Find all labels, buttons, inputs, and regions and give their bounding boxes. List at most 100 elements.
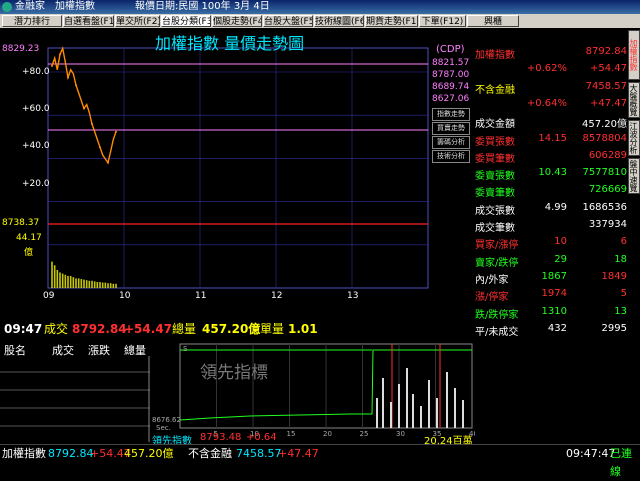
volume-unit: 億: [24, 248, 34, 258]
chart-side-button-2[interactable]: 籌碼分析: [432, 136, 470, 149]
bottom-clock: 09:47:47: [566, 447, 616, 460]
mini-x-tick: 30: [396, 430, 405, 438]
stat-value-b: 13: [614, 305, 627, 317]
info-time: 09:47: [4, 322, 43, 336]
stat-value-b: 457.20億: [582, 119, 627, 131]
x-tick-label: 09: [43, 291, 55, 301]
stat-value-b: +47.47: [589, 97, 627, 109]
stat-row: 加權指數 8792.84: [475, 46, 627, 64]
price-point: [99, 146, 101, 149]
stat-value-a: 1310: [541, 305, 567, 317]
mini-footer-change: +0.64: [246, 432, 277, 443]
stat-value-b: 6: [620, 236, 627, 248]
toolbar-button-9[interactable]: 興櫃: [467, 15, 519, 27]
stat-value-a: 10: [554, 236, 567, 248]
mini-footer-value: 8793.48: [200, 432, 242, 443]
stat-value-a: 10.43: [538, 167, 567, 179]
volume-bar: [75, 278, 77, 288]
stat-row: 成交金額 457.20億: [475, 115, 627, 133]
stat-row: 委賣筆數 726669: [475, 184, 627, 202]
x-tick-label: 12: [271, 291, 282, 301]
bottom-amount: 457.20億: [124, 447, 174, 460]
volume-bar: [83, 279, 85, 288]
volume-bar: [85, 280, 88, 288]
price-point: [51, 64, 53, 67]
toolbar-button-0[interactable]: 潛力排行: [2, 15, 62, 27]
x-tick-label: 10: [119, 291, 131, 301]
stat-value-a: 1867: [541, 270, 567, 282]
price-point: [75, 84, 77, 87]
price-point: [83, 107, 85, 110]
info-unit-label: 單量: [260, 322, 285, 336]
cdp-value: 8821.57: [432, 58, 470, 68]
stat-row: 漲/停家 1974 5: [475, 288, 627, 306]
toolbar-button-5[interactable]: 台股大盤(F5): [263, 15, 313, 27]
price-point: [67, 76, 69, 79]
toolbar-button-8[interactable]: 下單(F12): [419, 15, 466, 27]
volume-bar: [64, 274, 67, 288]
stat-value-b: 7458.57: [585, 80, 627, 92]
y-tick-label: +80.0: [22, 67, 50, 77]
toolbar-button-7[interactable]: 期貨走勢(F11): [365, 15, 418, 27]
bottom-label2: 不含金融: [188, 447, 232, 460]
mini-volume-bar: [436, 398, 438, 428]
mini-volume-bar: [454, 388, 456, 428]
stat-label: 不含金融: [475, 84, 515, 96]
volume-bar: [93, 281, 96, 288]
mini-x-tick: 25: [360, 430, 369, 438]
stat-row: 內/外家 1867 1849: [475, 271, 627, 289]
y-tick-label: +60.0: [22, 104, 50, 114]
main-toolbar: 潛力排行 自選看盤(F1) 單交所(F2) 台股分類(F3) 個股走勢(F4) 台股大盤(…: [0, 14, 640, 28]
chart-frame: [47, 47, 429, 289]
toolbar-button-6[interactable]: 技術線圖(F6): [314, 15, 364, 27]
stat-row: 賣家/跌停 29 18: [475, 254, 627, 272]
toolbar-button-2[interactable]: 單交所(F2): [115, 15, 160, 27]
y-tick-label: +20.0: [22, 179, 50, 189]
bottom-change2: +47.47: [278, 447, 319, 460]
stat-label: 委賣張數: [475, 171, 515, 183]
chart-side-button-3[interactable]: 技術分析: [432, 150, 470, 163]
mini-ytop: S: [183, 345, 188, 353]
bottom-value1: 8792.84: [48, 447, 94, 460]
mini-volume-bar: [462, 400, 464, 428]
mini-volume-bar: [390, 402, 392, 428]
mini-ybottom: 8676.62: [152, 416, 181, 424]
volume-bar: [56, 270, 59, 288]
chart-side-button-0[interactable]: 指數走勢: [432, 108, 470, 121]
x-tick-label: 11: [195, 291, 206, 301]
cdp-title: (CDP): [436, 44, 465, 55]
stat-value-b: 606289: [588, 149, 627, 161]
stat-value-a: 29: [554, 253, 567, 265]
stat-row: 平/未成交 432 2995: [475, 323, 627, 341]
app-name: 金融家: [15, 1, 45, 12]
stat-row: +0.62% +54.47: [475, 63, 627, 81]
stat-label: 成交張數: [475, 205, 515, 217]
cdp-value: 8787.00: [432, 70, 470, 80]
toolbar-button-3[interactable]: 台股分類(F3): [161, 15, 211, 27]
price-point: [107, 161, 109, 164]
mini-volume-bar: [446, 372, 448, 428]
index-info-bar: 09:47 成交 8792.84 +54.47 總量 457.20億 單量 1.…: [0, 320, 470, 338]
toolbar-button-1[interactable]: 自選看盤(F1): [63, 15, 114, 27]
stat-value-b: 1849: [601, 270, 627, 282]
stat-row: 委買筆數 606289: [475, 150, 627, 168]
vertical-tab-0[interactable]: 加權指數: [628, 30, 640, 80]
info-volume-label: 總量: [172, 322, 197, 336]
mini-volume-bar: [406, 368, 408, 428]
y-tick-label: 8738.37: [2, 218, 40, 228]
volume-bar: [107, 283, 109, 288]
volume-bar: [91, 280, 93, 288]
y-tick-label: +40.0: [22, 141, 50, 151]
chart-side-button-1[interactable]: 買賣走勢: [432, 122, 470, 135]
volume-bar: [80, 279, 83, 288]
cdp-value: 8627.06: [432, 94, 470, 104]
vertical-tab-1[interactable]: 大盤概覽: [628, 82, 640, 118]
y-tick-label: 8829.23: [2, 44, 40, 54]
bottom-value2: 7458.57: [236, 447, 282, 460]
info-volume-value: 457.20億: [202, 322, 261, 336]
toolbar-button-4[interactable]: 個股走勢(F4): [212, 15, 262, 27]
stat-row: 不含金融 7458.57: [475, 81, 627, 99]
vertical-tab-3[interactable]: 盤中速覽: [628, 158, 640, 194]
vertical-tab-2[interactable]: 江波分析: [628, 120, 640, 156]
stat-label: 委賣筆數: [475, 188, 515, 200]
